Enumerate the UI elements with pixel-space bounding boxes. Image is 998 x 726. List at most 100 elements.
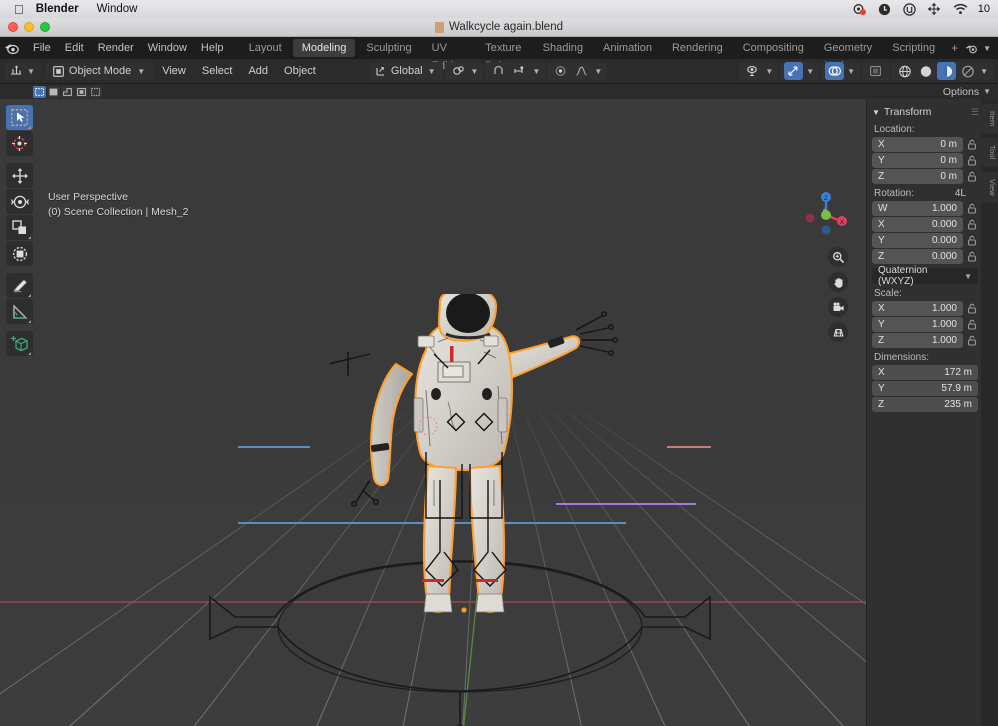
scale-row-x[interactable]: X 1.000: [872, 301, 978, 316]
overlays-group[interactable]: ▼: [821, 62, 860, 81]
unlocked-padlock-icon[interactable]: [966, 154, 978, 167]
scene-icon[interactable]: ▼: [964, 42, 998, 55]
location-row-z[interactable]: Z 0 m: [872, 169, 978, 184]
pivot-point-icon[interactable]: [449, 62, 468, 80]
menu-help[interactable]: Help: [194, 37, 231, 59]
rendered-shading-icon[interactable]: [958, 62, 977, 80]
3d-viewport[interactable]: User Perspective (0) Scene Collection | …: [0, 99, 998, 726]
navigation-gizmo[interactable]: Z X: [802, 187, 850, 235]
unlocked-padlock-icon[interactable]: [966, 218, 978, 231]
rotation-mode-dropdown[interactable]: Quaternion (WXYZ) ▼: [872, 268, 978, 284]
location-y-field[interactable]: Y 0 m: [872, 153, 963, 168]
blender-logo-icon[interactable]: [4, 39, 20, 57]
proportional-editing-icon[interactable]: [551, 62, 570, 80]
screen-record-icon[interactable]: [853, 3, 867, 16]
gizmo-group[interactable]: ▼: [780, 62, 819, 81]
dimensions-x-field[interactable]: X 172 m: [872, 365, 978, 380]
toggle-xray-icon[interactable]: [866, 62, 885, 80]
location-row-y[interactable]: Y 0 m: [872, 153, 978, 168]
toggle-perspective-icon[interactable]: [828, 322, 848, 342]
macos-clock[interactable]: 10: [978, 3, 990, 15]
chevron-down-icon[interactable]: ▼: [980, 67, 988, 76]
wireframe-shading-icon[interactable]: [895, 62, 914, 80]
unlocked-padlock-icon[interactable]: [966, 234, 978, 247]
xray-group[interactable]: [862, 62, 889, 81]
rotation-x-field[interactable]: X 0.000: [872, 217, 963, 232]
show-overlays-icon[interactable]: [825, 62, 844, 80]
select-lasso-icon[interactable]: [61, 86, 74, 98]
object-visibility-group[interactable]: ▼: [739, 62, 778, 81]
annotate-tool[interactable]: [6, 273, 33, 298]
unlocked-padlock-icon[interactable]: [966, 334, 978, 347]
chevron-down-icon[interactable]: ▼: [471, 67, 479, 76]
rotation-row-x[interactable]: X 0.000: [872, 217, 978, 232]
scale-tool[interactable]: [6, 215, 33, 240]
chevron-down-icon[interactable]: ▼: [847, 67, 855, 76]
sidebar-tab-tool[interactable]: Tool: [981, 138, 998, 167]
menu-render[interactable]: Render: [91, 37, 141, 59]
workspace-tab-texture-paint[interactable]: Texture Paint: [476, 39, 531, 57]
workspace-tab-compositing[interactable]: Compositing: [734, 39, 813, 57]
workspace-tab-geometry-nodes[interactable]: Geometry Nodes: [815, 39, 881, 57]
scale-row-y[interactable]: Y 1.000: [872, 317, 978, 332]
circle-arrow-icon[interactable]: [878, 3, 892, 16]
snap-increment-icon[interactable]: [510, 62, 529, 80]
viewport-menu-view[interactable]: View: [155, 62, 193, 80]
move-cursor-icon[interactable]: [928, 3, 942, 16]
solid-shading-icon[interactable]: [916, 62, 935, 80]
tweak-tool[interactable]: [6, 105, 33, 130]
menu-file[interactable]: File: [26, 37, 58, 59]
chevron-down-icon[interactable]: ▼: [983, 44, 991, 53]
location-x-field[interactable]: X 0 m: [872, 137, 963, 152]
unlocked-padlock-icon[interactable]: [966, 138, 978, 151]
panel-grip-icon[interactable]: ☰: [971, 107, 978, 118]
snapping-group[interactable]: ▼: [485, 62, 545, 81]
unlocked-padlock-icon[interactable]: [966, 318, 978, 331]
workspace-tab-modeling[interactable]: Modeling: [293, 39, 356, 57]
unlocked-padlock-icon[interactable]: [966, 202, 978, 215]
rotation-y-field[interactable]: Y 0.000: [872, 233, 963, 248]
editor-type-button[interactable]: ▼: [5, 62, 41, 80]
move-tool[interactable]: [6, 163, 33, 188]
workspace-tab-animation[interactable]: Animation: [594, 39, 661, 57]
sidebar-tab-view[interactable]: View: [981, 172, 998, 203]
workspace-tab-shading[interactable]: Shading: [534, 39, 592, 57]
astronaut-character[interactable]: [330, 294, 640, 624]
rotation-z-field[interactable]: Z 0.000: [872, 249, 963, 264]
macos-app-name[interactable]: Blender: [36, 3, 79, 15]
pan-hand-icon[interactable]: [828, 272, 848, 292]
shading-mode-group[interactable]: ▼: [891, 62, 993, 81]
camera-view-icon[interactable]: [828, 297, 848, 317]
scale-row-z[interactable]: Z 1.000: [872, 333, 978, 348]
viewport-options-button[interactable]: Options ▼: [943, 86, 992, 98]
dimensions-row-z[interactable]: Z 235 m: [872, 397, 978, 412]
macos-menu-window[interactable]: Window: [97, 3, 138, 15]
transform-orientation-dropdown[interactable]: Global ▼: [369, 62, 443, 81]
sidebar-tab-item[interactable]: Item: [981, 104, 998, 133]
unlocked-padlock-icon[interactable]: [966, 302, 978, 315]
dimensions-row-x[interactable]: X 172 m: [872, 365, 978, 380]
select-box-icon[interactable]: [33, 86, 46, 98]
measure-tool[interactable]: [6, 299, 33, 324]
scale-y-field[interactable]: Y 1.000: [872, 317, 963, 332]
viewport-menu-select[interactable]: Select: [195, 62, 240, 80]
rotation-row-w[interactable]: W 1.000: [872, 201, 978, 216]
pivot-point-group[interactable]: ▼: [445, 62, 484, 81]
select-tweak-icon[interactable]: [75, 86, 88, 98]
unlocked-padlock-icon[interactable]: [966, 250, 978, 263]
menu-edit[interactable]: Edit: [58, 37, 91, 59]
chevron-down-icon[interactable]: ▼: [532, 67, 540, 76]
workspace-tab-scripting[interactable]: Scripting: [883, 39, 944, 57]
rotation-row-z[interactable]: Z 0.000: [872, 249, 978, 264]
workspace-tab-uv-editing[interactable]: UV Editing: [423, 39, 475, 57]
dimensions-y-field[interactable]: Y 57.9 m: [872, 381, 978, 396]
zoom-icon[interactable]: [828, 247, 848, 267]
interaction-mode-dropdown[interactable]: Object Mode ▼: [46, 62, 153, 80]
workspace-tab-layout[interactable]: Layout: [240, 39, 291, 57]
viewport-menu-add[interactable]: Add: [241, 62, 275, 80]
proportional-editing-group[interactable]: ▼: [547, 62, 607, 81]
rotate-tool[interactable]: [6, 189, 33, 214]
material-preview-icon[interactable]: [937, 62, 956, 80]
location-row-x[interactable]: X 0 m: [872, 137, 978, 152]
apple-icon[interactable]: : [14, 3, 24, 16]
